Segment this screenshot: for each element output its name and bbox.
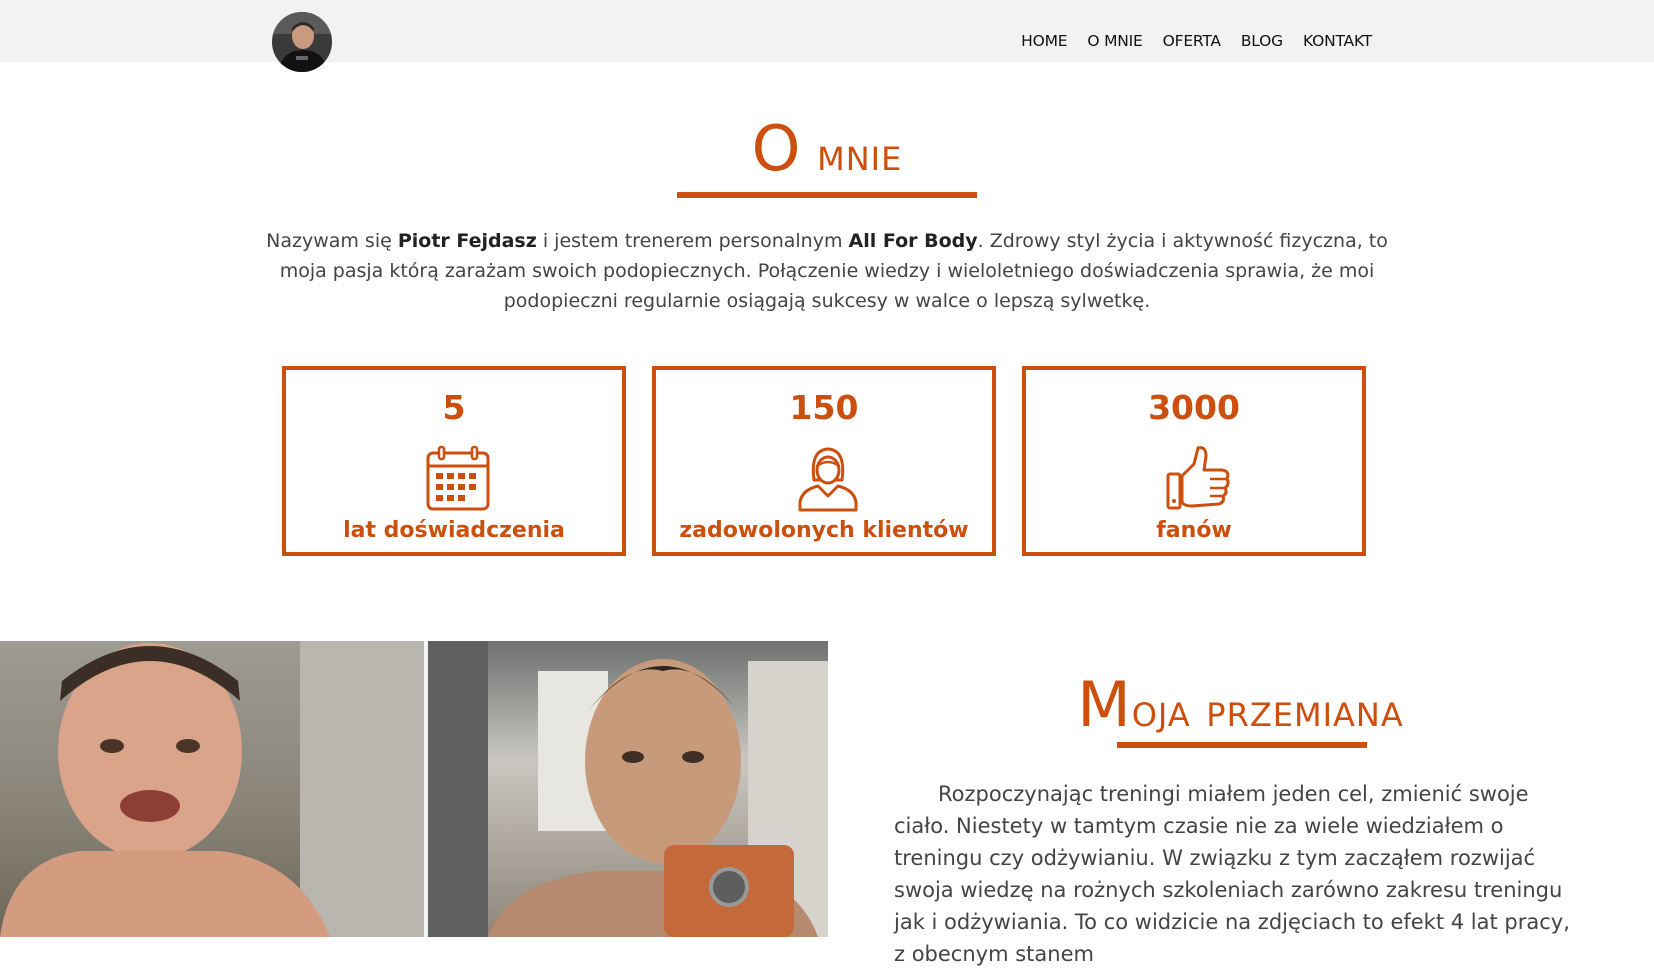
- nav-home[interactable]: HOME: [1021, 32, 1067, 50]
- intro-brand: All For Body: [848, 230, 978, 252]
- thumbs-up-icon: [1166, 446, 1230, 510]
- intro-text-1: Nazywam się: [266, 230, 398, 252]
- transformation-title-rest: oja przemiana: [1131, 683, 1404, 737]
- stat-box-experience: 5 lat doświadczenia: [282, 366, 626, 556]
- nav-kontakt[interactable]: KONTAKT: [1303, 32, 1372, 50]
- stat-value: 150: [789, 388, 859, 427]
- after-photo: [428, 641, 828, 937]
- main-nav: HOME O MNIE OFERTA BLOG KONTAKT: [1001, 32, 1372, 50]
- about-title: O mnie: [0, 112, 1654, 185]
- stat-label: lat doświadczenia: [343, 518, 565, 543]
- about-title-underline: [677, 192, 977, 198]
- about-title-rest: mnie: [801, 127, 903, 181]
- before-photo: [0, 641, 424, 937]
- logo-avatar[interactable]: [272, 12, 332, 72]
- transformation-text: Rozpoczynając treningi miałem jeden cel,…: [894, 782, 1570, 966]
- transformation-title-underline: [1117, 742, 1367, 748]
- calendar-icon: [426, 445, 490, 511]
- stat-box-fans: 3000 fanów: [1022, 366, 1366, 556]
- stat-value: 5: [442, 388, 466, 427]
- nav-o-mnie[interactable]: O MNIE: [1087, 32, 1142, 50]
- transformation-title-initial: M: [1077, 668, 1132, 741]
- stat-box-clients: 150 zadowolonych klientów: [652, 366, 996, 556]
- intro-text-2: i jestem trenerem personalnym: [536, 230, 849, 252]
- about-intro: Nazywam się Piotr Fejdasz i jestem trene…: [265, 226, 1389, 316]
- person-icon: [798, 447, 858, 512]
- top-navbar: HOME O MNIE OFERTA BLOG KONTAKT: [0, 0, 1654, 72]
- about-title-initial: O: [751, 112, 802, 185]
- nav-oferta[interactable]: OFERTA: [1163, 32, 1221, 50]
- nav-blog[interactable]: BLOG: [1241, 32, 1283, 50]
- intro-name: Piotr Fejdasz: [397, 230, 537, 252]
- stat-label: fanów: [1156, 518, 1232, 543]
- transformation-title: Moja przemiana: [827, 668, 1654, 741]
- stat-value: 3000: [1148, 388, 1240, 427]
- stat-label: zadowolonych klientów: [679, 518, 969, 543]
